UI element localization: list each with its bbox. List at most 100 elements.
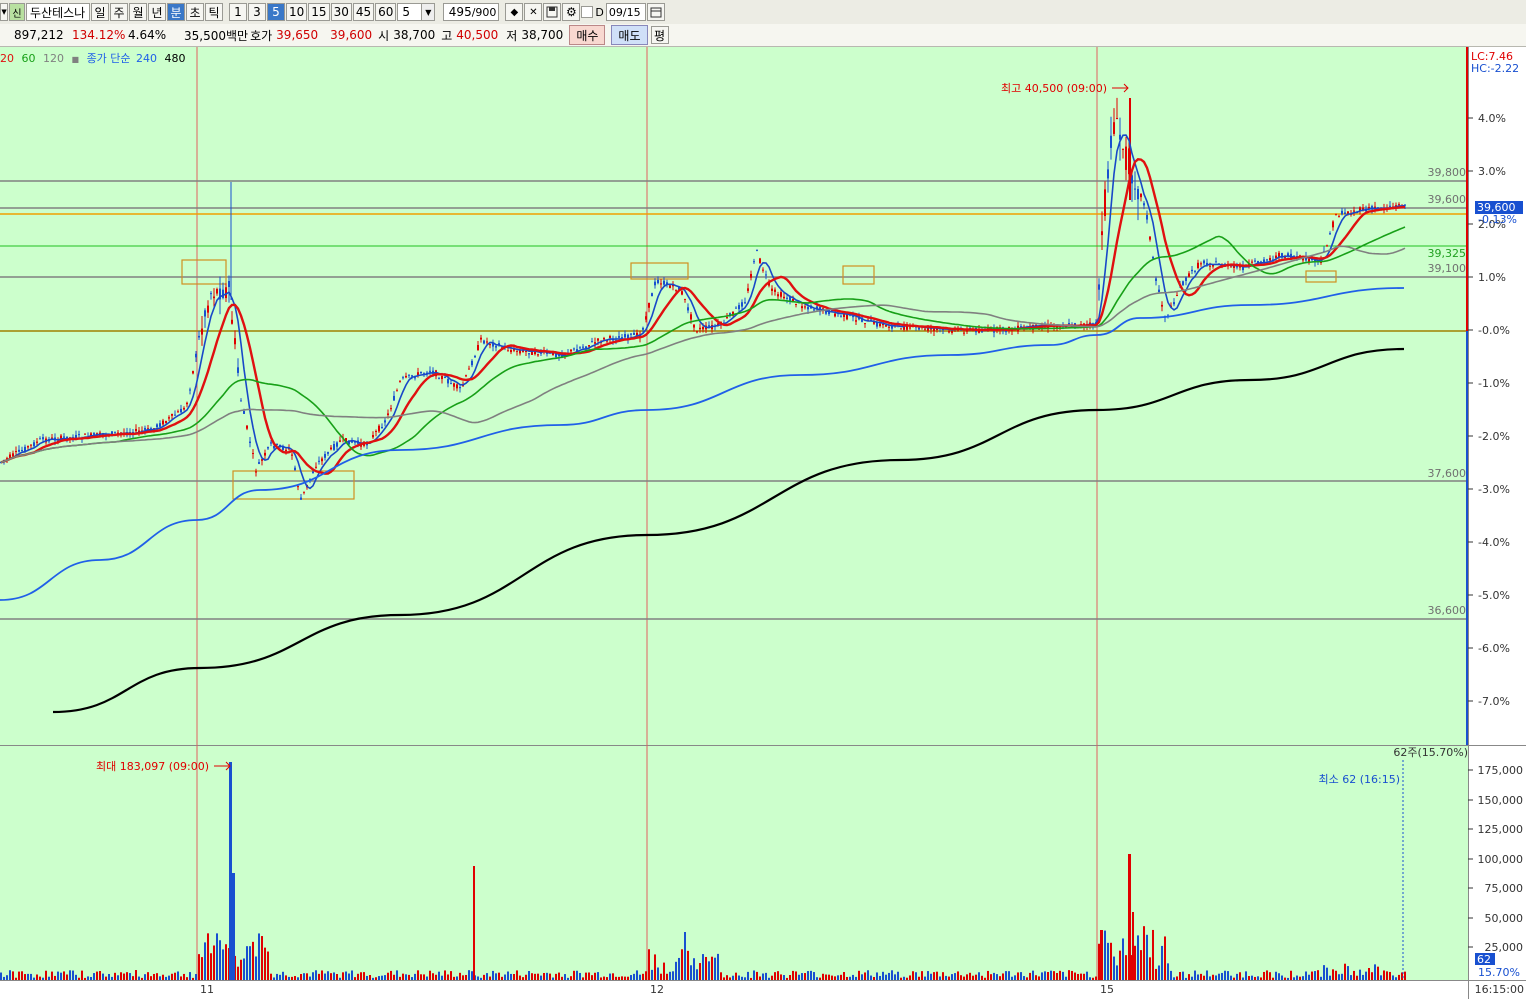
dropdown-arrow-icon[interactable]: ▼ (0, 3, 8, 21)
candle-body (465, 375, 467, 377)
volume-bar (519, 975, 521, 980)
candle-body (582, 346, 584, 348)
volume-ratio: 134.12% (72, 28, 126, 42)
buy-button[interactable]: 매수 (569, 25, 606, 45)
compress-icon[interactable]: ◆ (505, 3, 524, 21)
volume-bar (297, 977, 299, 980)
candle-body (510, 350, 512, 353)
candle-body (384, 420, 386, 423)
stock-name-field[interactable]: 두산테스나 (26, 3, 90, 21)
date-checkbox[interactable] (581, 6, 594, 18)
period-day[interactable]: 일 (91, 3, 109, 21)
volume-bar (381, 975, 383, 980)
interval-10[interactable]: 10 (286, 3, 308, 21)
count-field[interactable]: 495/900 (443, 3, 500, 21)
volume-bar (939, 976, 941, 980)
vol-tick-label: 175,000 (1478, 764, 1524, 777)
candle-body (765, 274, 767, 276)
interval-select[interactable]: 5 ▼ (397, 3, 436, 21)
level-label-39600: 39,600 (1428, 193, 1467, 206)
volume-bar (1062, 971, 1064, 980)
volume-bar (132, 976, 134, 980)
candle-body (699, 327, 701, 330)
volume-bar (1296, 975, 1298, 980)
candle-body (936, 328, 938, 330)
candle-body (159, 423, 161, 427)
chevron-down-icon[interactable]: ▼ (421, 4, 435, 20)
candle-body (885, 325, 887, 327)
volume-bar (1059, 970, 1061, 980)
volume-bar (843, 972, 845, 980)
flat-button[interactable]: 평 (650, 26, 669, 44)
volume-bar (1317, 970, 1319, 980)
candle-body (909, 327, 911, 329)
volume-bar (882, 971, 884, 980)
interval-45[interactable]: 45 (352, 3, 375, 21)
candle-body (441, 376, 443, 380)
period-month[interactable]: 월 (129, 3, 147, 21)
interval-15[interactable]: 15 (308, 3, 330, 21)
candle-body (801, 306, 803, 309)
volume-bar (153, 973, 155, 980)
period-second[interactable]: 초 (186, 3, 204, 21)
candle-body (1338, 216, 1340, 218)
volume-bar (1140, 950, 1142, 980)
interval-5[interactable]: 5 (267, 3, 285, 21)
candle-body (1194, 270, 1196, 272)
volume-bar (243, 958, 245, 980)
interval-3[interactable]: 3 (248, 3, 266, 21)
sell-button[interactable]: 매도 (611, 25, 648, 45)
volume-bar (447, 974, 449, 980)
volume-bar (711, 956, 713, 980)
volume-bar (864, 972, 866, 980)
candle-body (1266, 259, 1268, 261)
volume-bar (1275, 971, 1277, 980)
count-value: 495 (448, 5, 472, 19)
period-tick[interactable]: 틱 (205, 3, 223, 21)
candle-body (1116, 118, 1118, 120)
volume-bar (303, 973, 305, 980)
calendar-icon[interactable] (646, 3, 665, 21)
high-label: 고 (441, 28, 453, 43)
volume-bar (987, 970, 989, 980)
volume-bar (222, 949, 224, 980)
period-year[interactable]: 년 (148, 3, 166, 21)
gear-icon[interactable]: ⚙ (562, 3, 581, 21)
volume-bar (663, 962, 665, 980)
expand-icon[interactable]: ✕ (524, 3, 543, 21)
save-icon[interactable] (543, 3, 562, 21)
candle-body (285, 449, 287, 452)
volume-bar (249, 946, 251, 980)
volume-bar (1368, 968, 1370, 980)
candle-body (951, 330, 953, 333)
volume-bar (831, 975, 833, 980)
candle-body (477, 344, 479, 351)
volume-bar (498, 972, 500, 980)
volume-bar (528, 971, 530, 980)
volume-bar (1305, 971, 1307, 980)
volume-bar (765, 972, 767, 980)
period-week[interactable]: 주 (110, 3, 128, 21)
period-minute[interactable]: 분 (167, 3, 185, 21)
volume-bar (825, 974, 827, 980)
volume-bar (669, 971, 671, 980)
volume-bar (195, 974, 197, 980)
volume-bar (1395, 977, 1397, 980)
interval-60[interactable]: 60 (375, 3, 397, 21)
current-change-text: -0.13% (1478, 213, 1517, 226)
volume-bar (777, 971, 779, 980)
interval-1[interactable]: 1 (229, 3, 247, 21)
volume-bar (9, 970, 11, 980)
candle-body (684, 298, 686, 300)
candle-body (786, 297, 788, 299)
date-field[interactable]: 09/15 (605, 3, 646, 21)
pct-tick-label: -4.0% (1478, 536, 1510, 549)
volume-bar (291, 976, 293, 980)
open-label: 시 (378, 28, 390, 43)
volume-bar (333, 972, 335, 980)
volume-bar (393, 974, 395, 980)
candle-body (234, 338, 236, 345)
candle-body (324, 454, 326, 458)
candlestick-chart[interactable]: 39,800 39,600 39,325 39,100 37,600 36,60… (0, 47, 1526, 999)
interval-30[interactable]: 30 (330, 3, 352, 21)
